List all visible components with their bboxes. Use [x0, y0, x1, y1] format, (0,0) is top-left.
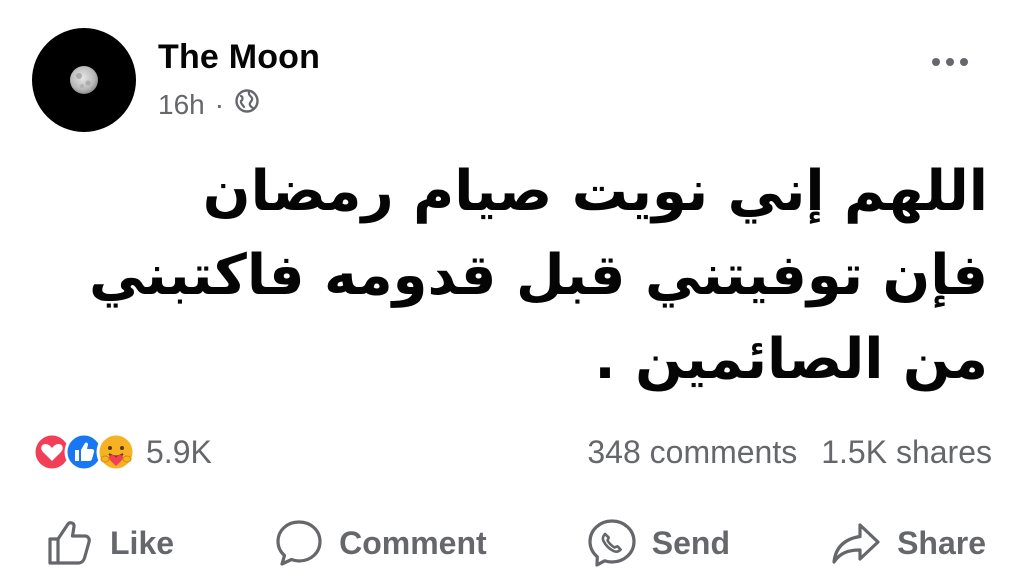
- share-button[interactable]: Share: [815, 517, 1000, 569]
- engagement-counts: 348 comments 1.5K shares: [587, 434, 992, 471]
- post-time[interactable]: 16h: [158, 89, 205, 121]
- send-label: Send: [651, 524, 730, 561]
- comment-label: Comment: [339, 524, 487, 561]
- avatar[interactable]: [32, 28, 136, 132]
- reactions-summary[interactable]: 5.9K: [32, 432, 212, 472]
- more-dots-icon: [932, 58, 968, 66]
- reaction-icons: [32, 432, 136, 472]
- globe-icon: [234, 88, 260, 121]
- action-bar: Like Comment Send Share: [30, 510, 1000, 576]
- more-options-button[interactable]: [920, 42, 980, 82]
- send-button[interactable]: Send: [572, 517, 744, 569]
- post-card: The Moon 16h · اللهم إني نويت صيام رمضان…: [0, 0, 1024, 587]
- like-button[interactable]: Like: [30, 517, 188, 569]
- reactions-count: 5.9K: [146, 433, 212, 470]
- author-name[interactable]: The Moon: [158, 38, 320, 77]
- messenger-icon: [586, 517, 638, 569]
- comment-bubble-icon: [273, 517, 325, 569]
- moon-icon: [70, 66, 98, 94]
- post-text: اللهم إني نويت صيام رمضان فإن توفيتني قب…: [89, 159, 988, 392]
- meta-separator: ·: [214, 88, 225, 120]
- post-header: The Moon 16h ·: [32, 28, 1000, 132]
- post-stats: 5.9K 348 comments 1.5K shares: [32, 426, 992, 478]
- like-label: Like: [110, 524, 175, 561]
- thumbs-up-icon: [44, 517, 96, 569]
- care-reaction-icon: [96, 432, 136, 472]
- shares-count[interactable]: 1.5K shares: [821, 434, 992, 471]
- comment-button[interactable]: Comment: [259, 517, 501, 569]
- share-arrow-icon: [829, 517, 883, 569]
- share-label: Share: [897, 524, 986, 561]
- post-meta: 16h ·: [158, 88, 260, 121]
- comments-count[interactable]: 348 comments: [587, 434, 797, 471]
